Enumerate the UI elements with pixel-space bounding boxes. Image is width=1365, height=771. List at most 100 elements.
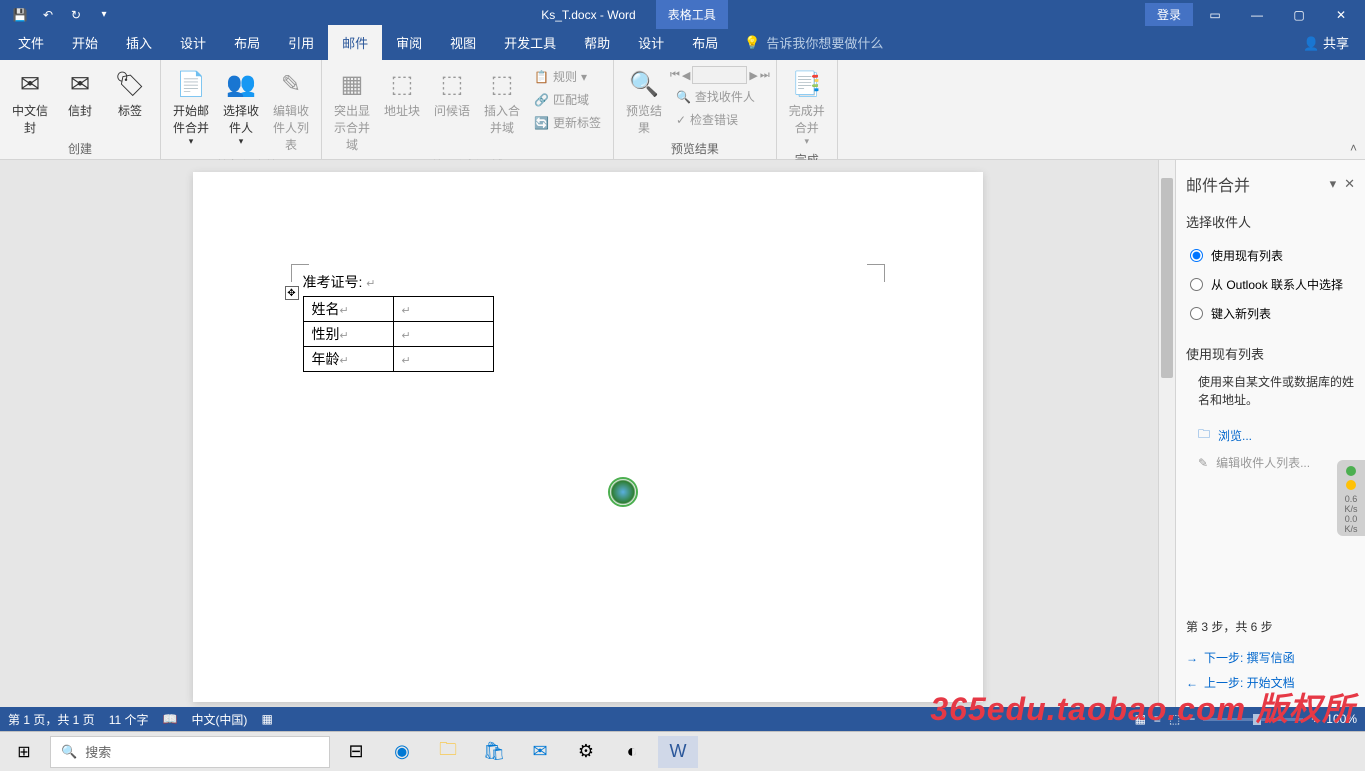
tab-design[interactable]: 设计 (166, 25, 220, 60)
pane-options-button[interactable]: ▾ (1330, 176, 1337, 192)
envelope-icon: ✉ (64, 68, 96, 100)
start-button[interactable]: ⊞ (4, 736, 44, 768)
option-new-list[interactable]: 键入新列表 (1186, 299, 1355, 328)
vertical-scrollbar[interactable] (1158, 160, 1175, 707)
tab-review[interactable]: 审阅 (382, 25, 436, 60)
edge-icon[interactable]: ◉ (382, 736, 422, 768)
edit-list-link: ✎编辑收件人列表... (1186, 450, 1355, 475)
qat-customize[interactable]: ▾ (92, 3, 116, 27)
spell-check-icon[interactable]: 📖 (162, 712, 177, 726)
task-view-button[interactable]: ⊟ (336, 736, 376, 768)
table-cell[interactable]: ↵ (393, 347, 493, 372)
search-box[interactable]: 🔍 搜索 (50, 736, 330, 768)
table-row[interactable]: 性别↵↵ (303, 322, 493, 347)
highlight-fields-button: ▦突出显示合并域 (328, 66, 376, 155)
option-outlook[interactable]: 从 Outlook 联系人中选择 (1186, 270, 1355, 299)
match-fields-button: 🔗 匹配域 (528, 89, 607, 110)
table-row[interactable]: 年龄↵↵ (303, 347, 493, 372)
minimize-button[interactable]: — (1237, 3, 1277, 27)
next-step-link[interactable]: →下一步: 撰写信函 (1186, 645, 1355, 670)
page-content[interactable]: ✥ 准考证号: ↵ 姓名↵↵ 性别↵↵ 年龄↵↵ (303, 272, 494, 372)
group-label: 创建 (6, 138, 154, 159)
mail-icon[interactable]: ✉ (520, 736, 560, 768)
language-indicator[interactable]: 中文(中国) (191, 711, 247, 728)
envelope-button[interactable]: ✉信封 (56, 66, 104, 121)
prev-record-button: ◀ (682, 69, 690, 82)
browser-icon[interactable]: ◐ (612, 736, 652, 768)
tab-table-design[interactable]: 设计 (624, 25, 678, 60)
table-cell[interactable]: 姓名↵ (303, 297, 393, 322)
insert-merge-field-button: ⬚插入合并域 (478, 66, 526, 138)
margin-corner (867, 264, 885, 282)
explorer-icon[interactable]: 🗀 (428, 736, 468, 768)
close-button[interactable]: ✕ (1321, 3, 1361, 27)
table-cell[interactable]: ↵ (393, 297, 493, 322)
tab-file[interactable]: 文件 (4, 25, 58, 60)
group-create: ✉中文信封 ✉信封 🏷标签 创建 (0, 60, 161, 159)
text-line[interactable]: 准考证号: ↵ (303, 272, 494, 292)
page-indicator[interactable]: 第 1 页，共 1 页 (8, 711, 95, 728)
folder-icon: 🗀 (1198, 425, 1210, 446)
watermark: 365edu.taobao.com 版权所 (930, 684, 1355, 730)
tell-me-search[interactable]: 💡 告诉我你想要做什么 (732, 25, 895, 60)
tab-developer[interactable]: 开发工具 (490, 25, 570, 60)
step-indicator: 第 3 步，共 6 步 (1186, 618, 1355, 635)
browse-link[interactable]: 🗀浏览... (1186, 421, 1355, 450)
select-recipients-button[interactable]: 👥选择收件人▾ (217, 66, 265, 149)
group-start-merge: 📄开始邮件合并▾ 👥选择收件人▾ ✎编辑收件人列表 开始邮件合并 (161, 60, 322, 159)
undo-button[interactable]: ↶ (36, 3, 60, 27)
settings-icon[interactable]: ⚙ (566, 736, 606, 768)
table-cell[interactable]: ↵ (393, 322, 493, 347)
table-move-handle[interactable]: ✥ (285, 286, 299, 300)
finish-icon: 📑 (791, 68, 823, 100)
tab-insert[interactable]: 插入 (112, 25, 166, 60)
document-icon: 📄 (175, 68, 207, 100)
macro-icon[interactable]: ▦ (261, 712, 272, 726)
labels-button[interactable]: 🏷标签 (106, 66, 154, 121)
group-label: 预览结果 (620, 138, 770, 159)
find-recipient-button: 🔍 查找收件人 (670, 86, 770, 107)
ribbon: ✉中文信封 ✉信封 🏷标签 创建 📄开始邮件合并▾ 👥选择收件人▾ ✎编辑收件人… (0, 60, 1365, 160)
radio-input[interactable] (1190, 307, 1203, 320)
save-button[interactable]: 💾 (8, 3, 32, 27)
section-description: 使用来自某文件或数据库的姓名和地址。 (1198, 373, 1355, 409)
login-button[interactable]: 登录 (1145, 3, 1193, 26)
ribbon-display-button[interactable]: ▭ (1195, 3, 1235, 27)
collapse-ribbon-button[interactable]: ˄ (1350, 141, 1357, 155)
rules-button: 📋 规则 ▾ (528, 66, 607, 87)
mail-merge-pane: 邮件合并 ▾ ✕ 选择收件人 使用现有列表 从 Outlook 联系人中选择 键… (1175, 160, 1365, 707)
check-errors-button: ✓ 检查错误 (670, 109, 770, 130)
tab-home[interactable]: 开始 (58, 25, 112, 60)
radio-input[interactable] (1190, 278, 1203, 291)
quick-access-toolbar: 💾 ↶ ↻ ▾ (0, 3, 124, 27)
tab-references[interactable]: 引用 (274, 25, 328, 60)
address-block-button: ⬚地址块 (378, 66, 426, 121)
tab-help[interactable]: 帮助 (570, 25, 624, 60)
word-icon[interactable]: W (658, 736, 698, 768)
tab-view[interactable]: 视图 (436, 25, 490, 60)
maximize-button[interactable]: ▢ (1279, 3, 1319, 27)
document-table[interactable]: 姓名↵↵ 性别↵↵ 年龄↵↵ (303, 296, 494, 372)
document-title: Ks_T.docx - Word (541, 8, 635, 22)
option-use-existing[interactable]: 使用现有列表 (1186, 241, 1355, 270)
tab-layout[interactable]: 布局 (220, 25, 274, 60)
greeting-icon: ⬚ (436, 68, 468, 100)
table-cell[interactable]: 年龄↵ (303, 347, 393, 372)
start-merge-button[interactable]: 📄开始邮件合并▾ (167, 66, 215, 149)
table-row[interactable]: 姓名↵↵ (303, 297, 493, 322)
radio-input[interactable] (1190, 249, 1203, 262)
pane-close-button[interactable]: ✕ (1344, 176, 1355, 192)
chinese-envelope-button[interactable]: ✉中文信封 (6, 66, 54, 138)
section-title: 使用现有列表 (1186, 344, 1355, 363)
word-count[interactable]: 11 个字 (109, 711, 149, 728)
store-icon[interactable]: 🛍 (474, 736, 514, 768)
next-record-button: ▶ (749, 69, 757, 82)
people-icon: 👥 (225, 68, 257, 100)
table-cell[interactable]: 性别↵ (303, 322, 393, 347)
finish-merge-button: 📑完成并合并▾ (783, 66, 831, 149)
tab-mailings[interactable]: 邮件 (328, 25, 382, 60)
share-button[interactable]: 👤 共享 (1287, 25, 1365, 60)
document-area[interactable]: ✥ 准考证号: ↵ 姓名↵↵ 性别↵↵ 年龄↵↵ (0, 160, 1175, 707)
tab-table-layout[interactable]: 布局 (678, 25, 732, 60)
redo-button[interactable]: ↻ (64, 3, 88, 27)
